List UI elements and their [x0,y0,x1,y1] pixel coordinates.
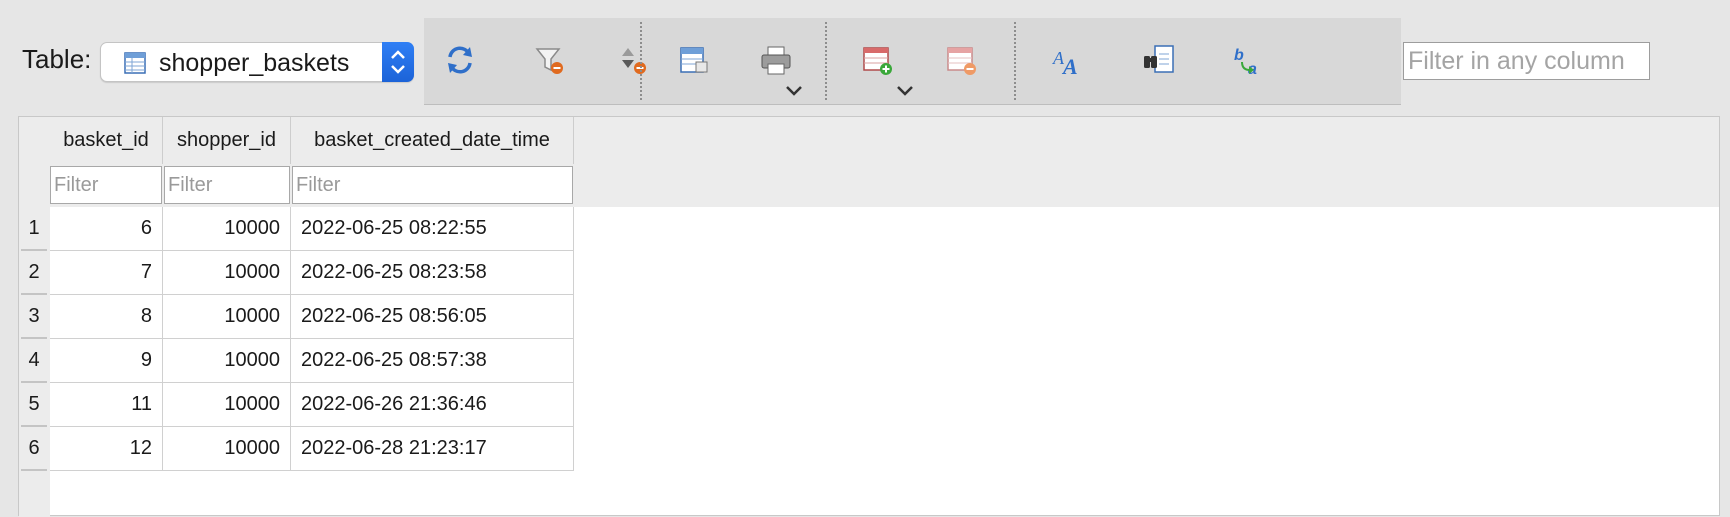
clear-sort-icon [622,48,646,74]
selected-table-name: shopper_baskets [159,49,350,77]
table-cell[interactable]: 10000 [163,207,291,251]
find-button[interactable] [1133,38,1185,82]
table-selector[interactable]: shopper_baskets [100,42,414,82]
svg-text:A: A [1061,54,1078,78]
row-number[interactable]: 2 [21,251,47,295]
font-size-icon: A A [1052,48,1078,78]
find-icon [1144,45,1174,73]
table-cell[interactable]: 9 [50,339,163,383]
font-size-button[interactable]: A A [1042,38,1094,82]
add-record-icon [863,47,892,75]
delete-record-button[interactable] [936,38,988,82]
print-button[interactable] [750,38,802,82]
row-number[interactable]: 5 [21,383,47,427]
clear-filter-icon [535,48,563,74]
row-number[interactable]: 6 [21,427,47,471]
column-header-basket-id[interactable]: basket_id [50,117,163,164]
table-label: Table: [22,44,92,74]
table-cell[interactable]: 10000 [163,339,291,383]
clear-sort-button[interactable] [608,38,660,82]
toolbar: A A b a [424,18,1401,105]
filter-any-column-input[interactable] [1403,42,1650,80]
export-icon [680,47,708,73]
export-dropdown-chevron-icon[interactable] [783,84,805,98]
clear-filter-button[interactable] [524,38,576,82]
row-number[interactable]: 4 [21,339,47,383]
row-number[interactable]: 1 [21,207,47,251]
delete-record-icon [947,47,976,75]
filter-basket-id[interactable] [50,166,162,204]
column-header-basket-created-date-time[interactable]: basket_created_date_time [291,117,574,164]
table-cell[interactable]: 10000 [163,251,291,295]
table-cell[interactable]: 2022-06-25 08:57:38 [291,339,574,383]
data-grid: basket_id shopper_id basket_created_date… [18,116,1720,517]
print-icon [761,46,791,75]
table-cell[interactable]: 11 [50,383,163,427]
table-cell[interactable]: 2022-06-25 08:23:58 [291,251,574,295]
table-cell[interactable]: 10000 [163,295,291,339]
table-cell[interactable]: 10000 [163,383,291,427]
row-number[interactable]: 3 [21,295,47,339]
filter-basket-created-date-time[interactable] [292,166,573,204]
table-icon [124,52,146,74]
table-cell[interactable]: 2022-06-25 08:56:05 [291,295,574,339]
table-cell[interactable]: 2022-06-28 21:23:17 [291,427,574,471]
find-replace-icon: b a [1234,47,1257,78]
add-record-dropdown-chevron-icon[interactable] [894,84,916,98]
find-replace-button[interactable]: b a [1224,38,1276,82]
toolbar-separator [1014,22,1016,100]
table-selector-stepper[interactable] [382,42,414,82]
table-cell[interactable]: 2022-06-26 21:36:46 [291,383,574,427]
refresh-icon [448,46,472,74]
column-header-shopper-id[interactable]: shopper_id [163,117,291,164]
table-cell[interactable]: 8 [50,295,163,339]
refresh-button[interactable] [434,38,486,82]
filter-shopper-id[interactable] [164,166,290,204]
table-cell[interactable]: 2022-06-25 08:22:55 [291,207,574,251]
toolbar-separator [640,22,642,100]
up-down-chevron-icon [391,50,405,74]
add-record-button[interactable] [852,38,904,82]
export-button[interactable] [668,38,720,82]
table-cell[interactable]: 10000 [163,427,291,471]
table-cell[interactable]: 6 [50,207,163,251]
table-cell[interactable]: 7 [50,251,163,295]
toolbar-separator [825,22,827,100]
svg-text:b: b [1234,47,1244,64]
table-cell[interactable]: 12 [50,427,163,471]
